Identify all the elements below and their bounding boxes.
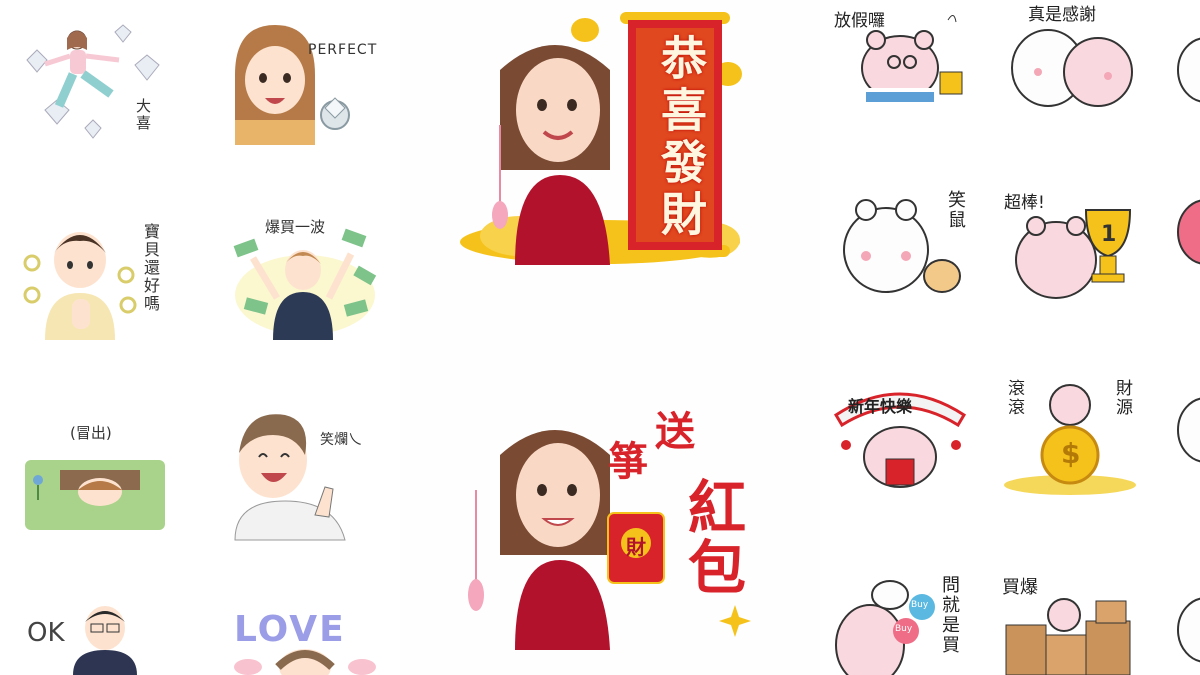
trophy-text: 1 <box>1101 222 1117 247</box>
sticker-cropped-column <box>1172 0 1200 675</box>
sticker-label: 真是感謝 <box>1028 5 1096 25</box>
sticker-love[interactable]: LOVE <box>230 605 380 675</box>
sticker-label: PERFECT <box>308 42 378 58</box>
banner-text: 恭喜發財 <box>654 34 708 242</box>
sticker-label-right: 財源 <box>1112 379 1132 417</box>
sticker-lol[interactable]: 笑爛乀 <box>225 405 385 541</box>
sticker-label: 笑鼠 <box>945 190 966 230</box>
sticker-baby-ok[interactable]: 寶貝還好嗎 <box>20 215 170 340</box>
sticker-label: (冒出) <box>70 424 112 442</box>
laughing-boy-icon <box>234 414 346 541</box>
woman-banner-icon <box>460 12 742 265</box>
sticker-new-year[interactable]: 新年快樂 <box>830 375 990 495</box>
sticker-label: LOVE <box>234 609 346 650</box>
sticker-label: 爆買一波 <box>265 218 326 236</box>
sticker-label: 放假囉 <box>834 11 885 31</box>
sticker-ok[interactable]: OK <box>25 600 175 675</box>
sticker-thanks[interactable]: 真是感謝 <box>1000 0 1160 120</box>
bear-balloons-icon <box>835 580 935 675</box>
sticker-buy-all[interactable]: 買爆 <box>1000 565 1160 675</box>
sticker-label: 超棒! <box>1004 193 1045 213</box>
sticker-gongxi-facai[interactable]: 恭喜發財 <box>460 10 760 265</box>
sticker-label: 問就是買 <box>939 575 960 655</box>
sticker-wealth[interactable]: $ 滾滾 財源 <box>1000 375 1160 495</box>
sticker-awesome[interactable]: 1 超棒! <box>1000 180 1160 305</box>
sticker-label: OK <box>27 618 65 648</box>
sticker-label: 笑爛乀 <box>320 432 362 448</box>
sticker-red-envelope[interactable]: 財 送 箏 紅包 <box>460 395 760 650</box>
sticker-just-buy[interactable]: Buy Buy 問就是買 <box>830 565 990 675</box>
sticker-dax-xi[interactable]: 大喜 <box>15 20 165 145</box>
sticker-set-left: 大喜 PERFECT 寶貝還好嗎 爆買一波 (冒出) 笑爛乀 OK LOVE <box>0 0 400 675</box>
sticker-label: 大喜 <box>134 98 152 132</box>
side-text-1: 送 <box>655 409 695 455</box>
girl-diamond-ring-icon <box>235 25 350 145</box>
cropped-bears-icon <box>1177 37 1200 663</box>
coin-text: $ <box>1061 437 1081 470</box>
sticker-set-middle: 恭喜發財 財 送 箏 紅包 <box>400 0 820 675</box>
sticker-perfect[interactable]: PERFECT <box>225 20 385 145</box>
sticker-laugh-mouse[interactable]: 笑鼠 <box>830 180 990 305</box>
sticker-pop-out[interactable]: (冒出) <box>20 420 170 535</box>
sticker-set-right: 放假囉 真是感謝 笑鼠 1 超棒! 新年快樂 $ 滾滾 財源 Buy Buy 問… <box>820 0 1200 675</box>
sticker-label: 買爆 <box>1002 577 1038 598</box>
envelope-text: 財 <box>626 535 646 559</box>
balloon-text-2: Buy <box>895 624 913 634</box>
sticker-label: 新年快樂 <box>848 397 913 416</box>
big-text: 紅包 <box>678 477 746 597</box>
sticker-label: 寶貝還好嗎 <box>141 223 160 313</box>
balloon-text-1: Buy <box>911 600 929 610</box>
sticker-holiday[interactable]: 放假囉 <box>830 0 990 120</box>
sticker-shopping-spree[interactable]: 爆買一波 <box>225 210 385 340</box>
side-text-2: 箏 <box>608 439 648 485</box>
sticker-label-left: 滾滾 <box>1004 379 1024 417</box>
